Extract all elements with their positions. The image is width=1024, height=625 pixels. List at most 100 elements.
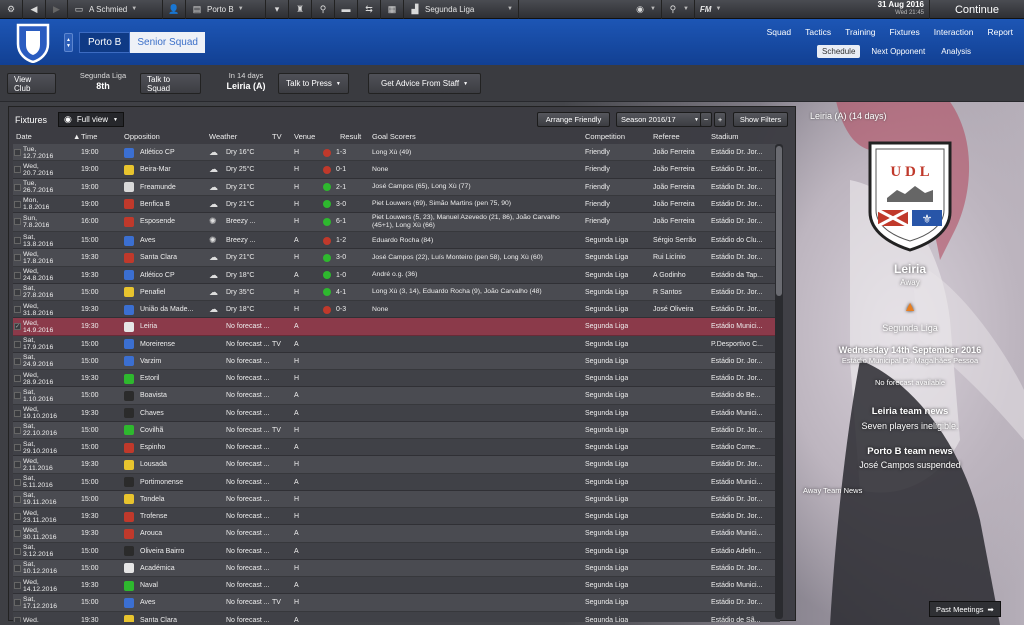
continue-button[interactable]: Continue xyxy=(929,0,1024,19)
row-checkbox[interactable] xyxy=(14,218,21,225)
scouting-button[interactable]: ⚲ xyxy=(312,0,335,19)
away-team-news-link[interactable]: Away Team News xyxy=(803,486,862,495)
table-row[interactable]: Wed, 17.8.2016 19:30 Santa Clara ☁ Dry 21°C H 3… xyxy=(13,249,780,267)
subnav-schedule[interactable]: Schedule xyxy=(817,45,861,58)
table-row[interactable]: Wed, 28.9.2016 19:30 Estoril No forecast ...… xyxy=(13,370,780,388)
row-checkbox[interactable] xyxy=(14,599,21,607)
season-next-button[interactable]: + xyxy=(714,112,726,127)
stats-button[interactable]: ▦ xyxy=(381,0,404,19)
nav-interaction[interactable]: Interaction xyxy=(934,27,974,37)
table-row[interactable]: Wed, 19.10.2016 19:30 Chaves No forecast ...… xyxy=(13,404,780,422)
fixture-opposition[interactable]: Covilhã xyxy=(124,422,209,439)
show-filters-button[interactable]: Show Filters xyxy=(733,112,788,127)
row-checkbox[interactable] xyxy=(14,149,21,156)
fixture-opposition[interactable]: União da Made... xyxy=(124,301,209,318)
col-date[interactable]: Date xyxy=(16,132,32,141)
table-row[interactable]: Sat, 27.8.2016 15:00 Penafiel ☁ Dry 35°C H 4-1 L… xyxy=(13,283,780,301)
row-checkbox[interactable] xyxy=(14,271,21,279)
col-venue[interactable]: Venue xyxy=(294,132,315,141)
row-checkbox[interactable] xyxy=(14,547,21,555)
fixture-opposition[interactable]: Oliveira Bairro xyxy=(124,543,209,560)
row-checkbox[interactable]: ✓ xyxy=(14,323,21,331)
folder-button[interactable]: ▬ xyxy=(335,0,358,19)
manager-menu[interactable]: ▭ A Schmied ▼ xyxy=(68,0,163,19)
forward-button[interactable]: ▶ xyxy=(46,0,68,19)
fixture-opposition[interactable]: Moreirense xyxy=(124,336,209,353)
scrollbar-thumb[interactable] xyxy=(776,146,782,296)
table-row[interactable]: Wed, 23.11.2016 19:30 Trofense No forecast .… xyxy=(13,508,780,526)
col-time[interactable]: Time xyxy=(81,132,97,141)
fixture-opposition[interactable]: Lousada xyxy=(124,456,209,473)
row-checkbox[interactable] xyxy=(14,461,21,469)
table-row[interactable]: Tue, 26.7.2016 19:00 Freamunde ☁ Dry 21°C H 2-1… xyxy=(13,178,780,196)
senior-squad-tab[interactable]: Senior Squad xyxy=(130,32,205,53)
row-checkbox[interactable] xyxy=(14,357,21,365)
col-goal-scorers[interactable]: Goal Scorers xyxy=(372,132,416,141)
fixture-opposition[interactable]: Freamunde xyxy=(124,179,209,196)
table-row[interactable]: ✓ Wed, 14.9.2016 19:30 Leiria No forecast ...… xyxy=(13,318,780,336)
table-row[interactable]: Tue, 12.7.2016 19:00 Atlético CP ☁ Dry 16°C H 1… xyxy=(13,144,780,162)
back-button[interactable]: ◀ xyxy=(23,0,46,19)
fixture-opposition[interactable]: Estoril xyxy=(124,370,209,387)
table-row[interactable]: Wed, 14.12.2016 19:30 Naval No forecast ... A… xyxy=(13,577,780,595)
season-prev-button[interactable]: − xyxy=(700,112,712,127)
settings-button[interactable]: ⚙ xyxy=(0,0,23,19)
fixture-opposition[interactable]: Santa Clara xyxy=(124,249,209,266)
talk-to-press-button[interactable]: Talk to Press ▼ xyxy=(278,73,349,94)
nav-fixtures[interactable]: Fixtures xyxy=(890,27,920,37)
table-row[interactable]: Wed, 2.11.2016 19:30 Lousada No forecast ...… xyxy=(13,456,780,474)
table-row[interactable]: Sat, 17.12.2016 15:00 Aves No forecast ... TV… xyxy=(13,594,780,612)
league-menu[interactable]: ▟ Segunda Liga ▼ xyxy=(404,0,519,19)
fixture-opposition[interactable]: Varzim xyxy=(124,353,209,370)
fixture-opposition[interactable]: Chaves xyxy=(124,405,209,422)
talk-to-squad-button[interactable]: Talk to Squad xyxy=(140,73,201,94)
row-checkbox[interactable] xyxy=(14,288,21,296)
table-row[interactable]: Sat, 22.10.2016 15:00 Covilhã No forecast ..… xyxy=(13,421,780,439)
row-checkbox[interactable] xyxy=(14,426,21,434)
row-checkbox[interactable] xyxy=(14,183,21,191)
past-meetings-button[interactable]: Past Meetings ➡ xyxy=(929,601,1001,617)
fm-menu[interactable]: FM ▼ xyxy=(695,0,727,19)
table-row[interactable]: Sat, 13.8.2016 15:00 Aves ✺ Breezy ... A 1-2 Edu… xyxy=(13,232,780,250)
nav-report[interactable]: Report xyxy=(987,27,1013,37)
season-selector[interactable]: Season 2016/17 ▼ xyxy=(616,112,704,127)
table-row[interactable]: Sat, 10.12.2016 15:00 Académica No forecast … xyxy=(13,559,780,577)
fixture-opposition[interactable]: Benfica B xyxy=(124,196,209,213)
transfers-button[interactable]: ⇆ xyxy=(358,0,381,19)
row-checkbox[interactable] xyxy=(14,254,21,262)
fixture-opposition[interactable]: Tondela xyxy=(124,491,209,508)
nav-tactics[interactable]: Tactics xyxy=(805,27,831,37)
fixture-opposition[interactable]: Espinho xyxy=(124,439,209,456)
table-row[interactable]: Sat, 29.10.2016 15:00 Espinho No forecast ..… xyxy=(13,439,780,457)
fixture-opposition[interactable]: Trofense xyxy=(124,508,209,525)
fixture-opposition[interactable]: Boavista xyxy=(124,387,209,404)
subnav-next-opponent[interactable]: Next Opponent xyxy=(866,45,930,58)
table-row[interactable]: Wed, 19:30 Santa Clara No forecast ... A Segu… xyxy=(13,611,780,622)
fixture-opposition[interactable]: Atlético CP xyxy=(124,144,209,161)
row-checkbox[interactable] xyxy=(14,616,21,622)
table-row[interactable]: Sat, 1.10.2016 15:00 Boavista No forecast ..… xyxy=(13,387,780,405)
fixture-opposition[interactable]: Naval xyxy=(124,577,209,594)
row-checkbox[interactable] xyxy=(14,582,21,589)
fixture-opposition[interactable]: Académica xyxy=(124,560,209,577)
col-competition[interactable]: Competition xyxy=(585,132,625,141)
col-opposition[interactable]: Opposition xyxy=(124,132,160,141)
club-menu[interactable]: ▤ Porto B ▼ xyxy=(186,0,266,19)
nav-tools-button[interactable]: ▾ xyxy=(266,0,289,19)
view-selector[interactable]: ◉ Full view ▼ xyxy=(58,112,124,127)
fixture-opposition[interactable]: Atlético CP xyxy=(124,267,209,284)
table-row[interactable]: Wed, 20.7.2016 19:00 Beira-Mar ☁ Dry 25°C H 0-1… xyxy=(13,161,780,179)
row-checkbox[interactable] xyxy=(14,444,21,451)
row-checkbox[interactable] xyxy=(14,200,21,208)
fixtures-scrollbar[interactable] xyxy=(775,144,783,619)
fixture-opposition[interactable]: Aves xyxy=(124,232,209,249)
row-checkbox[interactable] xyxy=(14,306,21,313)
fixture-opposition[interactable]: Arouca xyxy=(124,525,209,542)
table-row[interactable]: Wed, 31.8.2016 19:30 União da Made... ☁ Dry 1… xyxy=(13,301,780,319)
table-row[interactable]: Wed, 30.11.2016 19:30 Arouca No forecast ...… xyxy=(13,525,780,543)
table-row[interactable]: Sat, 24.9.2016 15:00 Varzim No forecast ... H… xyxy=(13,352,780,370)
nav-training[interactable]: Training xyxy=(845,27,875,37)
table-row[interactable]: Sat, 3.12.2016 15:00 Oliveira Bairro No fore… xyxy=(13,542,780,560)
fixture-opposition[interactable]: Beira-Mar xyxy=(124,161,209,178)
fixture-opposition[interactable]: Penafiel xyxy=(124,284,209,301)
